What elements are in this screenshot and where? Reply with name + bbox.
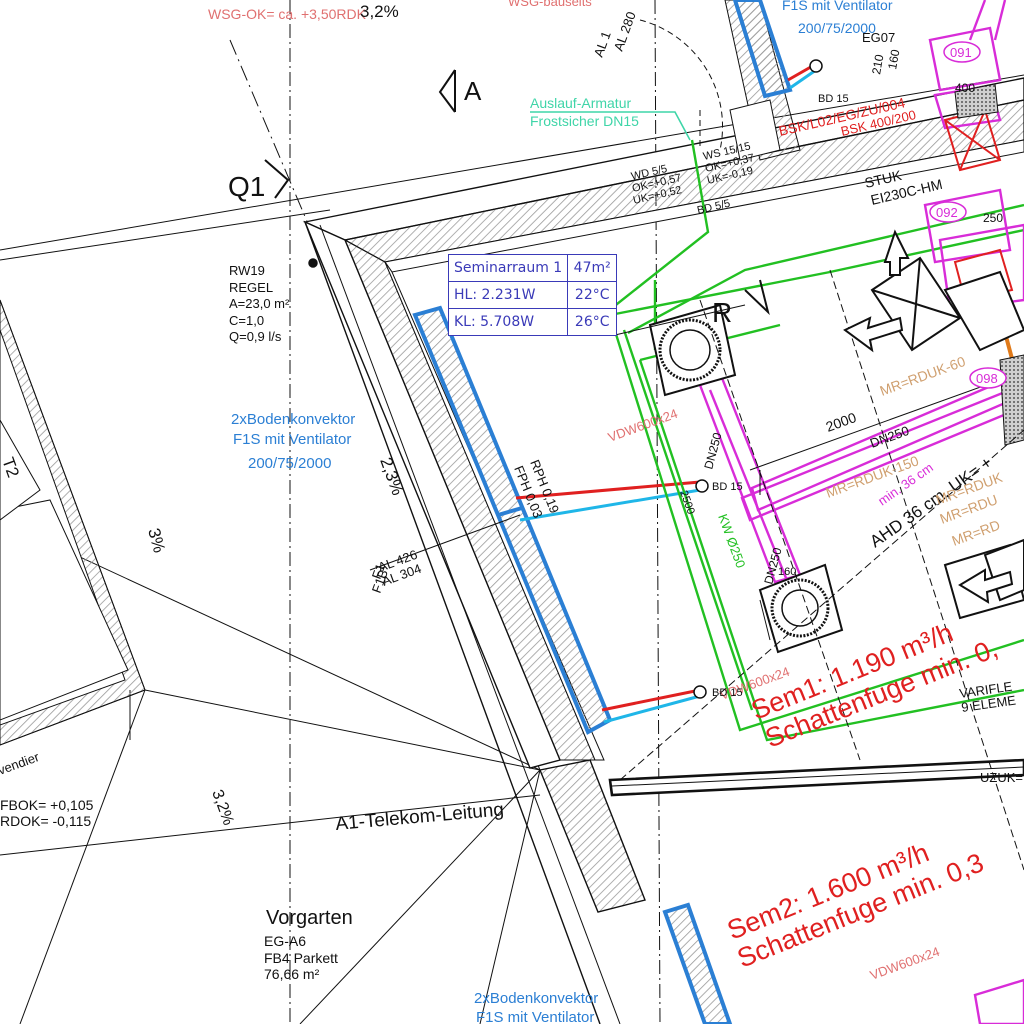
- tag-098: 098: [976, 371, 998, 386]
- floor-plan-canvas: WSG-OK= ca. +3,50RDK 3,2% WSG-bauseits A…: [0, 0, 1024, 1024]
- label-2500: 2500: [677, 489, 697, 516]
- heating-temp: 22°C: [567, 281, 618, 309]
- label-wsg-bauseits: WSG-bauseits: [508, 0, 592, 9]
- label-slope-top: 3,2%: [360, 2, 399, 21]
- label-160: 160: [885, 48, 902, 70]
- left-building: [0, 299, 146, 746]
- label-slope-23: 2,3%: [376, 455, 407, 498]
- label-2000: 2000: [824, 409, 859, 435]
- label-auslauf-1: Auslauf-Armatur: [530, 95, 631, 111]
- label-bk-bot-2: F1S mit Ventilator: [476, 1009, 594, 1024]
- label-bk-bot-1: 2xBodenkonvektor: [474, 990, 598, 1007]
- label-fb4: FB4 Parkett: [264, 950, 338, 966]
- label-bd15-top: BD 15: [818, 93, 849, 105]
- table-row: HL: 2.231W 22°C: [447, 281, 618, 309]
- door-swings: [639, 19, 724, 151]
- tag-092: 092: [936, 205, 958, 220]
- label-mr-rduk-60: MR=RDUK-60: [878, 353, 968, 399]
- label-regel: REGEL: [229, 280, 273, 295]
- room-area: 47m²: [567, 254, 618, 282]
- label-rw-q: Q=0,9 l/s: [229, 329, 282, 344]
- label-telekom: A1-Telekom-Leitung: [335, 799, 505, 835]
- cooling-temp: 26°C: [567, 308, 618, 336]
- label-auslauf-2: Frostsicher DN15: [530, 113, 639, 129]
- label-fbok: FBOK= +0,105: [0, 797, 94, 813]
- label-area: 76,66 m²: [264, 966, 320, 982]
- tag-091: 091: [950, 45, 972, 60]
- room-name: Seminarraum 1: [447, 254, 569, 282]
- label-dn250-1: DN250: [701, 431, 724, 471]
- label-kw: KW Ø250: [715, 512, 748, 570]
- label-bk-left-2: F1S mit Ventilator: [233, 431, 351, 448]
- label-al-top-2: AL 280: [611, 10, 639, 53]
- table-row: KL: 5.708W 26°C: [447, 308, 618, 336]
- label-eg07: EG07: [862, 30, 895, 45]
- label-section-a: A: [464, 76, 482, 106]
- label-wsg-ok: WSG-OK= ca. +3,50RDK: [208, 6, 367, 22]
- label-uzuk: UZUK=: [980, 770, 1023, 785]
- label-f1s-top: F1S mit Ventilator: [782, 0, 893, 13]
- label-rw19: RW19: [229, 263, 265, 278]
- label-bd15-low: BD 15: [712, 687, 743, 699]
- label-al-top-1: AL 1: [591, 29, 614, 59]
- label-rw-c: C=1,0: [229, 313, 264, 328]
- label-vorgarten: Vorgarten: [266, 907, 353, 929]
- table-row: Seminarraum 1 47m²: [447, 254, 618, 282]
- label-bk-left-3: 200/75/2000: [248, 455, 331, 472]
- label-vdw-3: VDW600x24: [868, 944, 942, 983]
- label-210: 210: [869, 53, 886, 75]
- label-vdw-1: VDW600x24: [606, 406, 680, 445]
- label-400: 400: [955, 81, 975, 95]
- label-160b: 160: [778, 566, 796, 578]
- floor-plan-drawing: WSG-OK= ca. +3,50RDK 3,2% WSG-bauseits A…: [0, 0, 1024, 1024]
- label-250: 250: [983, 211, 1003, 225]
- label-slope-32: 3,2%: [208, 788, 236, 828]
- label-section-r: R: [712, 297, 732, 328]
- label-rw-a: A=23,0 m²: [229, 296, 290, 311]
- heating-load: HL: 2.231W: [447, 281, 569, 309]
- label-eg-a6: EG-A6: [264, 933, 306, 949]
- label-q1: Q1: [228, 171, 265, 202]
- label-bk-left-1: 2xBodenkonvektor: [231, 411, 355, 428]
- cooling-load: KL: 5.708W: [447, 308, 569, 336]
- label-rdok: RDOK= -0,115: [0, 813, 91, 829]
- label-vendier: vendier: [0, 749, 42, 778]
- label-slope-3: 3%: [144, 526, 169, 555]
- label-bd15-mid: BD 15: [712, 481, 743, 493]
- room-info-table: Seminarraum 1 47m² HL: 2.231W 22°C KL: 5…: [447, 254, 618, 336]
